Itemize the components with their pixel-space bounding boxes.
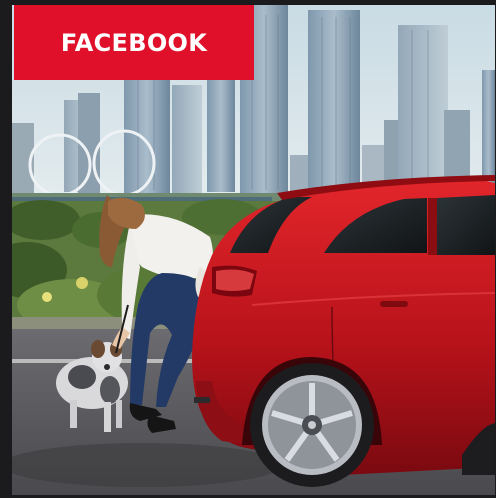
- social-card: FACEBOOK: [0, 0, 496, 498]
- car-wheel: [250, 363, 374, 487]
- facebook-badge[interactable]: FACEBOOK: [14, 5, 254, 80]
- facebook-badge-label: FACEBOOK: [60, 28, 208, 57]
